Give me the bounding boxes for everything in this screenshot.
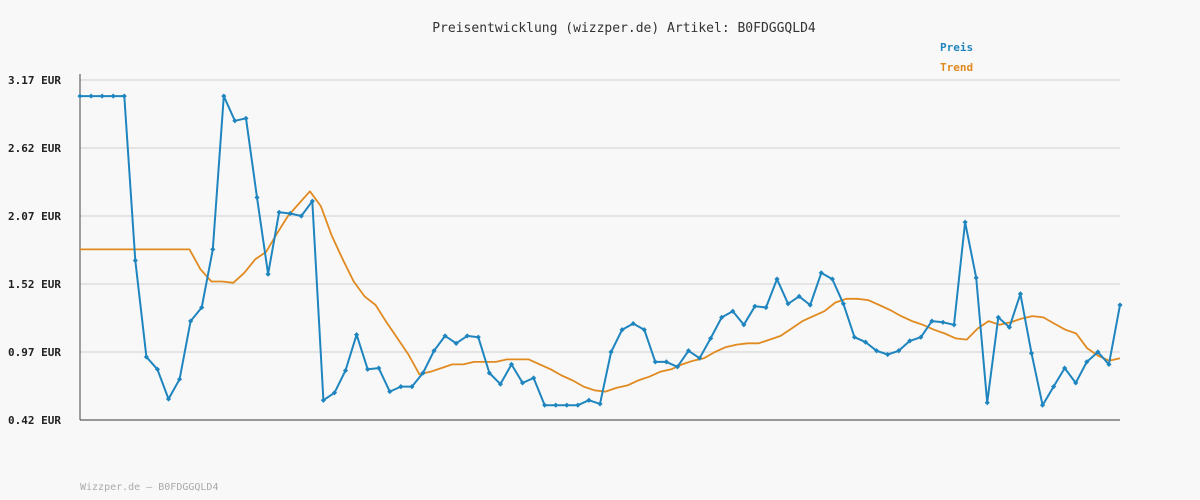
y-tick-label: 0.97 EUR <box>8 346 61 359</box>
data-point-preis <box>553 402 559 408</box>
chart-title: Preisentwicklung (wizzper.de) Artikel: B… <box>432 21 816 36</box>
chart-canvas: Preisentwicklung (wizzper.de) Artikel: B… <box>8 21 1123 493</box>
data-point-preis <box>88 93 94 99</box>
y-tick-label: 3.17 EUR <box>8 74 61 87</box>
data-point-preis <box>276 209 282 215</box>
data-point-preis <box>1117 302 1123 308</box>
data-point-preis <box>984 400 990 406</box>
data-point-preis <box>243 115 249 121</box>
series-markers <box>77 93 1123 408</box>
data-point-preis <box>210 246 216 252</box>
data-point-preis <box>132 257 138 264</box>
y-tick-label: 2.62 EUR <box>8 142 61 155</box>
price-chart: Preisentwicklung (wizzper.de) Artikel: B… <box>0 0 1200 500</box>
data-point-preis <box>110 93 116 99</box>
y-tick-label: 2.07 EUR <box>8 210 61 223</box>
data-point-preis <box>973 275 979 281</box>
data-point-preis <box>365 366 371 372</box>
data-point-preis <box>475 334 481 340</box>
data-point-preis <box>542 402 548 408</box>
legend-entry-preis: Preis <box>940 41 973 54</box>
data-point-preis <box>77 93 83 99</box>
data-point-preis <box>1017 291 1024 297</box>
data-point-preis <box>121 93 127 99</box>
data-point-preis <box>254 194 260 201</box>
data-point-preis <box>962 219 968 225</box>
data-point-preis <box>99 93 105 99</box>
axes <box>79 74 1120 421</box>
data-point-preis <box>597 401 603 407</box>
y-tick-label: 0.42 EUR <box>8 414 61 427</box>
data-point-preis <box>940 319 946 325</box>
data-point-preis <box>265 271 271 277</box>
grid <box>80 79 1120 421</box>
data-point-preis <box>353 332 360 338</box>
y-tick-label: 1.52 EUR <box>8 278 61 291</box>
legend-entry-trend: Trend <box>940 61 973 74</box>
series-lines <box>80 95 1121 407</box>
data-point-preis <box>951 322 957 328</box>
data-point-preis <box>652 359 658 365</box>
chart-footer: Wizzper.de – B0FDGGQLD4 <box>80 482 218 493</box>
data-point-preis <box>564 402 570 408</box>
y-axis-ticks: 3.17 EUR 2.62 EUR 2.07 EUR 1.52 EUR 0.97 EUR… <box>8 74 61 427</box>
series-line-preis <box>80 95 1121 407</box>
